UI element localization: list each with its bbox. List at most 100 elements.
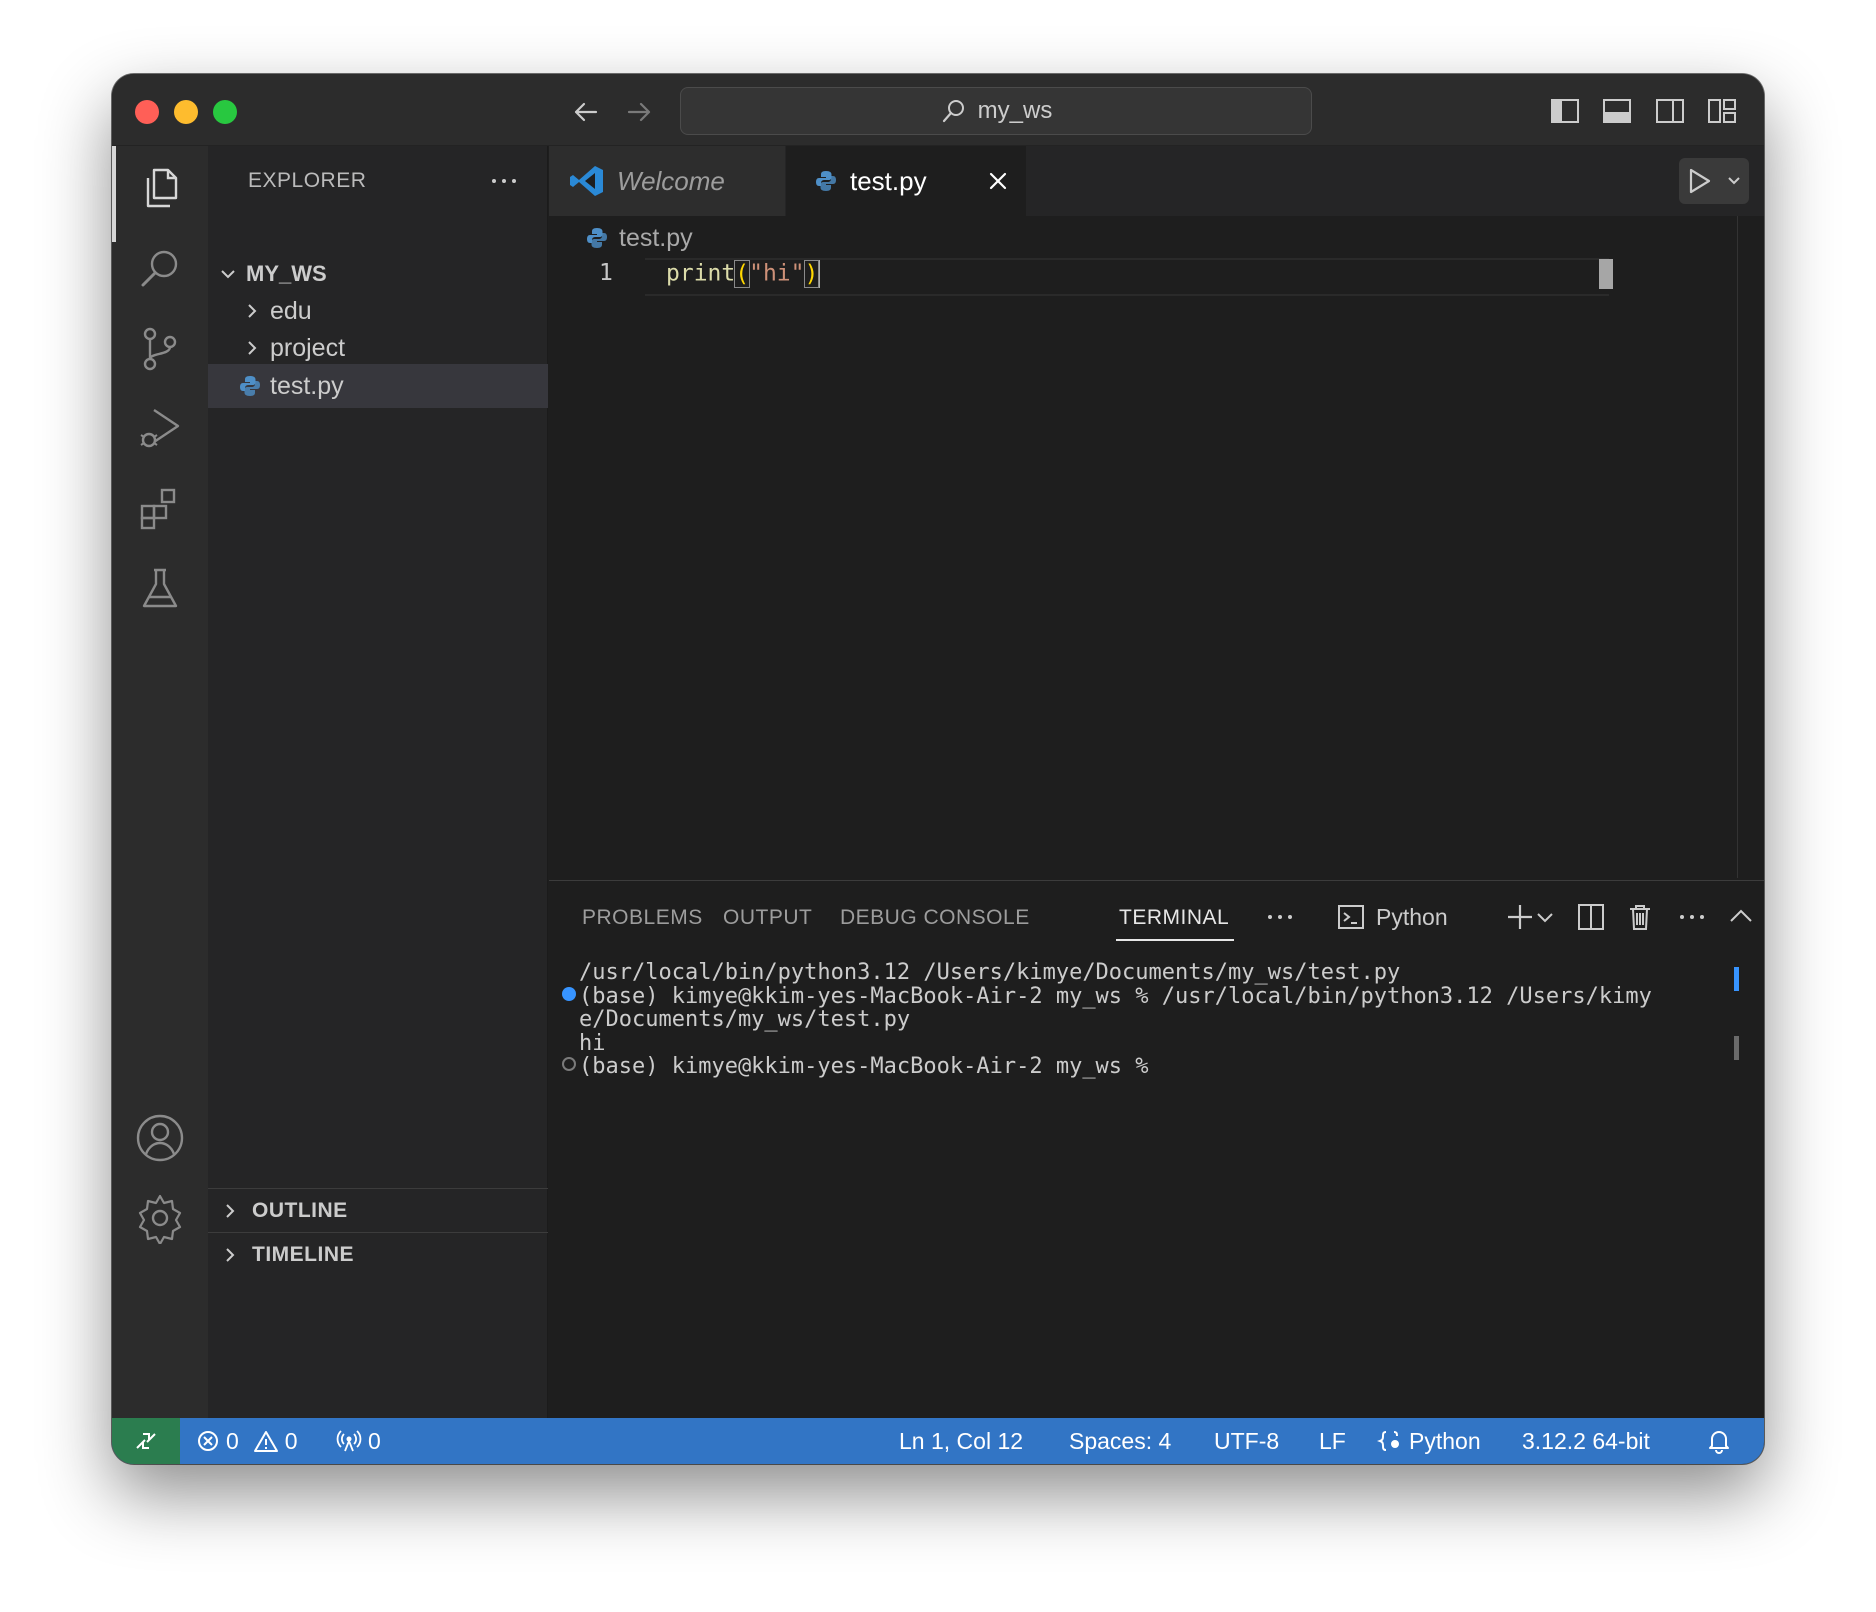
gear-icon bbox=[138, 1194, 182, 1244]
python-icon bbox=[587, 228, 607, 248]
warning-count: 0 bbox=[284, 1427, 298, 1454]
timeline-section[interactable]: TIMELINE bbox=[208, 1232, 548, 1276]
vscode-window: my_ws EXPLORER MY_WS edu project test.py… bbox=[112, 74, 1764, 1464]
code-text[interactable]: print("hi") bbox=[666, 259, 821, 288]
outline-section[interactable]: OUTLINE bbox=[208, 1188, 548, 1232]
files-icon bbox=[146, 168, 178, 208]
forward-arrow-icon[interactable] bbox=[621, 94, 657, 130]
account-icon bbox=[136, 1114, 184, 1162]
back-arrow-icon[interactable] bbox=[568, 94, 604, 130]
remote-icon bbox=[136, 1433, 156, 1449]
broadcast-icon bbox=[336, 1430, 362, 1452]
chevron-right-icon bbox=[226, 1203, 235, 1218]
zoom-window-button[interactable] bbox=[213, 100, 237, 124]
source-control-icon bbox=[143, 327, 177, 371]
chevron-right-icon bbox=[248, 341, 257, 355]
run-python-file-button[interactable] bbox=[1679, 158, 1749, 204]
tab-problems[interactable]: PROBLEMS bbox=[582, 893, 703, 943]
workspace-root-label: MY_WS bbox=[246, 261, 327, 286]
terminal-scroll-marker bbox=[1734, 967, 1739, 991]
bell-icon bbox=[1709, 1431, 1729, 1454]
eol-status[interactable]: LF bbox=[1319, 1418, 1346, 1464]
more-actions-icon[interactable] bbox=[1676, 901, 1708, 933]
active-indicator bbox=[112, 146, 116, 242]
toggle-primary-sidebar-icon[interactable] bbox=[1548, 94, 1582, 128]
python-icon bbox=[816, 171, 836, 191]
python-interpreter[interactable]: 3.12.2 64-bit bbox=[1522, 1418, 1650, 1464]
explorer-sidebar: EXPLORER MY_WS edu project test.py OUTLI… bbox=[208, 146, 548, 1418]
tab-terminal[interactable]: TERMINAL bbox=[1119, 893, 1229, 943]
terminal-line: e/Documents/my_ws/test.py bbox=[579, 1007, 911, 1032]
chevron-right-icon bbox=[248, 304, 257, 318]
explorer-activity[interactable] bbox=[132, 160, 188, 216]
trash-icon[interactable] bbox=[1624, 901, 1656, 933]
ports-count: 0 bbox=[368, 1427, 381, 1454]
minimap[interactable] bbox=[1599, 259, 1613, 289]
minimize-window-button[interactable] bbox=[174, 100, 198, 124]
close-icon[interactable] bbox=[984, 167, 1012, 195]
token-bracket-close: ) bbox=[803, 259, 820, 288]
tree-item-label: test.py bbox=[270, 371, 344, 400]
status-bar: 0 0 0 Ln 1, Col 12 Spaces: 4 UTF-8 LF Py… bbox=[112, 1418, 1764, 1464]
terminal-icon bbox=[1338, 905, 1364, 929]
toggle-secondary-sidebar-icon[interactable] bbox=[1653, 94, 1687, 128]
search-icon bbox=[141, 250, 178, 287]
line-number: 1 bbox=[599, 260, 613, 286]
indentation-status[interactable]: Spaces: 4 bbox=[1069, 1418, 1171, 1464]
chevron-up-icon[interactable] bbox=[1725, 901, 1757, 933]
customize-layout-icon[interactable] bbox=[1705, 94, 1739, 128]
tree-item-test-py[interactable]: test.py bbox=[208, 364, 548, 408]
tab-welcome[interactable]: Welcome bbox=[549, 146, 785, 216]
token-function: print bbox=[666, 260, 736, 287]
python-icon bbox=[240, 376, 260, 396]
flask-icon bbox=[142, 568, 178, 608]
new-terminal-icon[interactable] bbox=[1504, 901, 1536, 933]
more-actions-icon[interactable] bbox=[1264, 901, 1296, 933]
chevron-right-icon bbox=[226, 1247, 235, 1262]
terminal-output[interactable]: /usr/local/bin/python3.12 /Users/kimye/D… bbox=[579, 961, 1729, 1079]
encoding-status[interactable]: UTF-8 bbox=[1214, 1418, 1279, 1464]
tab-label: test.py bbox=[850, 165, 927, 196]
warning-icon bbox=[253, 1431, 278, 1452]
terminal-line: hi bbox=[579, 1030, 606, 1056]
command-center-search[interactable]: my_ws bbox=[680, 87, 1312, 135]
bottom-panel: PROBLEMS OUTPUT DEBUG CONSOLE TERMINAL P… bbox=[549, 880, 1764, 1418]
terminal-profile[interactable]: Python bbox=[1336, 899, 1448, 935]
more-actions-icon[interactable] bbox=[487, 164, 521, 198]
remote-indicator[interactable] bbox=[112, 1418, 180, 1464]
search-icon bbox=[942, 100, 964, 123]
breadcrumb-file: test.py bbox=[619, 223, 693, 252]
language-mode[interactable]: Python bbox=[1377, 1418, 1481, 1464]
command-pending-dot[interactable] bbox=[562, 1057, 576, 1071]
breadcrumb[interactable]: test.py bbox=[585, 220, 693, 256]
testing-activity[interactable] bbox=[132, 560, 188, 616]
run-debug-activity[interactable] bbox=[132, 400, 188, 456]
notifications-button[interactable] bbox=[1706, 1418, 1732, 1464]
play-icon bbox=[1689, 168, 1740, 194]
error-count: 0 bbox=[226, 1427, 239, 1454]
search-activity[interactable] bbox=[132, 240, 188, 296]
chevron-down-icon[interactable] bbox=[1534, 901, 1556, 933]
split-terminal-icon[interactable] bbox=[1575, 901, 1607, 933]
accounts-activity[interactable] bbox=[132, 1110, 188, 1166]
editor-scrollbar[interactable] bbox=[1737, 216, 1738, 878]
braces-icon bbox=[1377, 1431, 1399, 1451]
source-control-activity[interactable] bbox=[132, 320, 188, 376]
workspace-name: my_ws bbox=[977, 97, 1053, 124]
code-line[interactable]: 1 print("hi") bbox=[549, 258, 1609, 298]
extensions-activity[interactable] bbox=[132, 480, 188, 536]
close-window-button[interactable] bbox=[135, 100, 159, 124]
ports-status[interactable]: 0 bbox=[336, 1418, 381, 1464]
run-debug-icon bbox=[140, 409, 180, 448]
tab-test-py[interactable]: test.py bbox=[786, 146, 1026, 216]
command-success-dot[interactable] bbox=[562, 987, 576, 1001]
manage-activity[interactable] bbox=[132, 1190, 188, 1246]
terminal-profile-label: Python bbox=[1376, 903, 1448, 930]
problems-status[interactable]: 0 0 bbox=[196, 1418, 298, 1464]
tree-item-label: edu bbox=[270, 296, 312, 325]
chevron-down-icon bbox=[221, 270, 235, 279]
tab-debug-console[interactable]: DEBUG CONSOLE bbox=[840, 893, 1030, 943]
toggle-panel-icon[interactable] bbox=[1600, 94, 1634, 128]
cursor-position[interactable]: Ln 1, Col 12 bbox=[899, 1418, 1023, 1464]
tab-output[interactable]: OUTPUT bbox=[723, 893, 812, 943]
